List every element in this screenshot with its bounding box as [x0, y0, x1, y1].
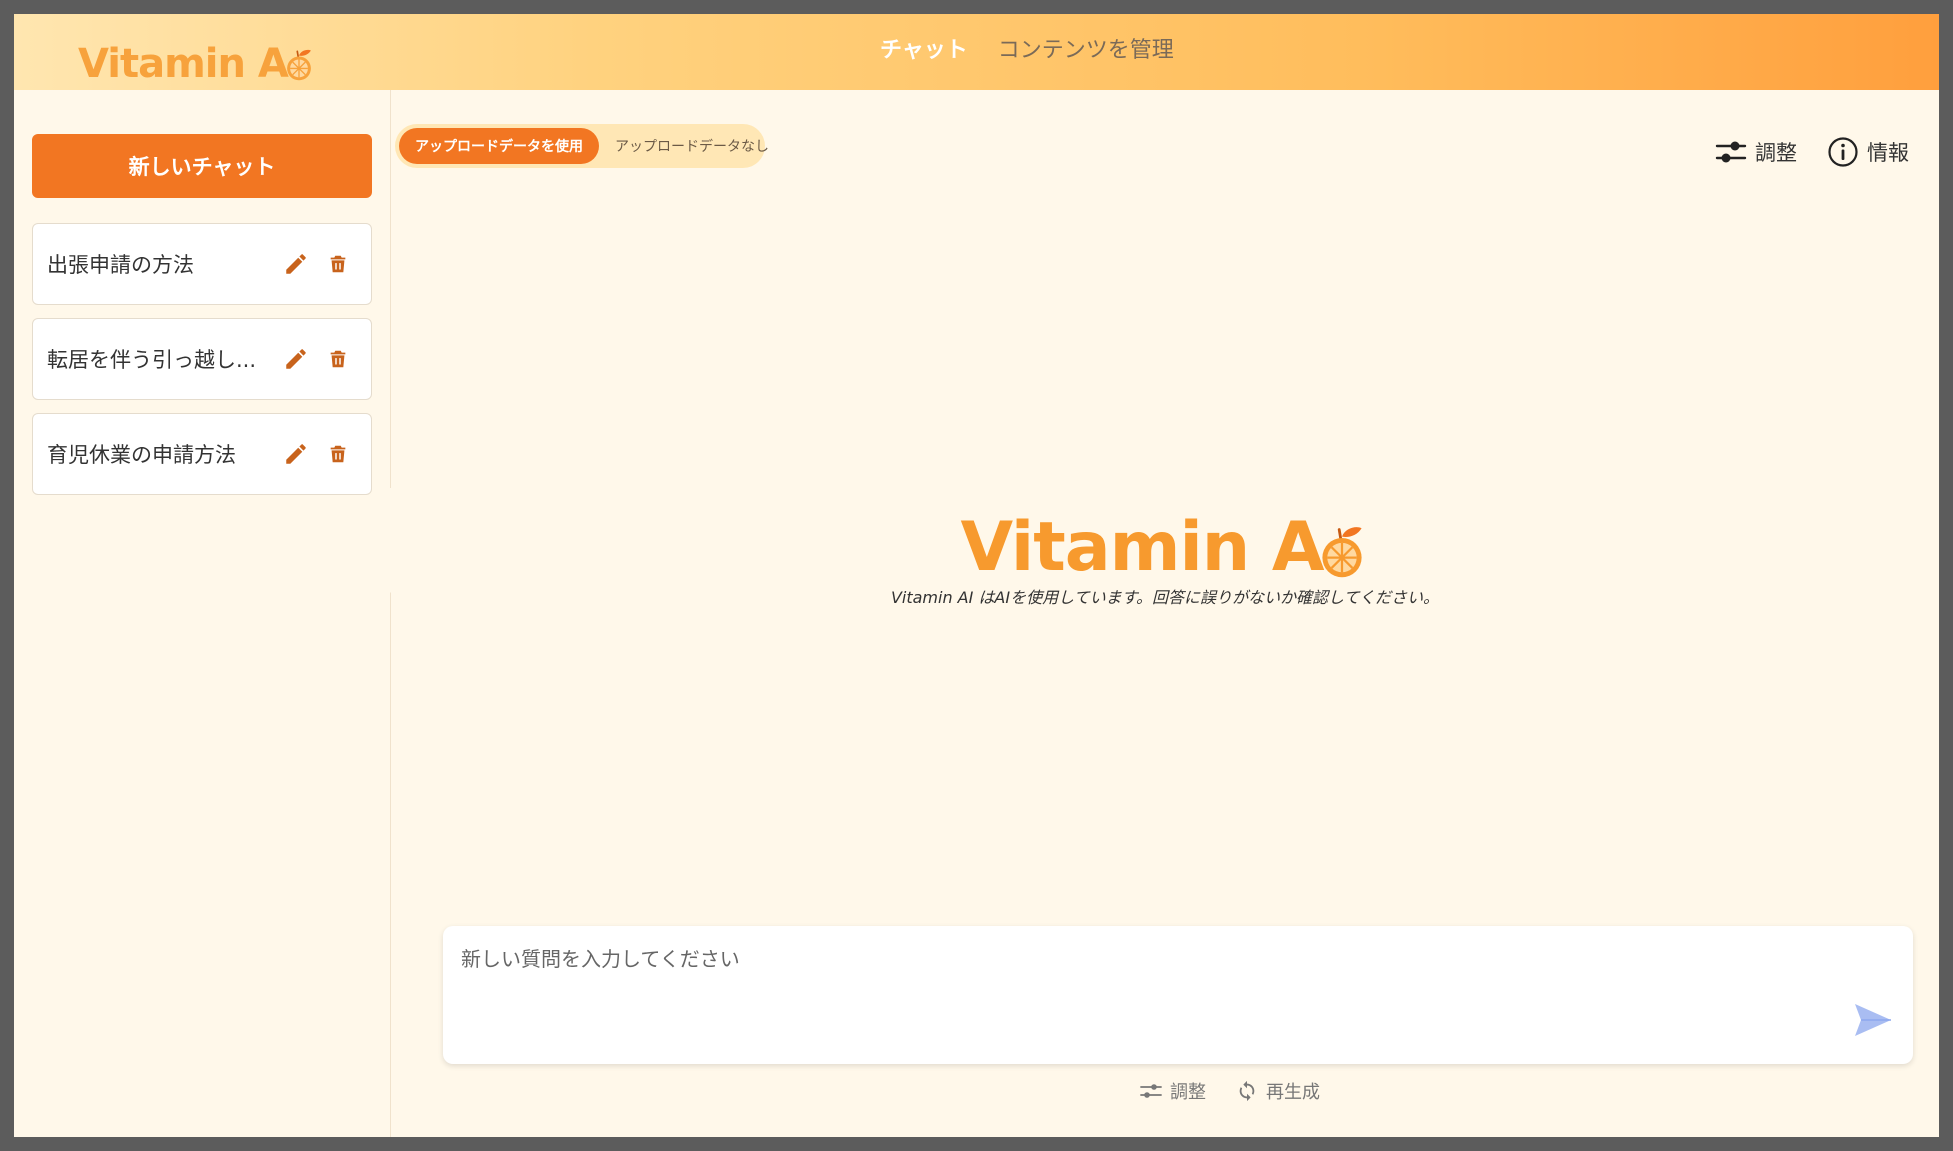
sidebar: 新しいチャット 出張申請の方法 転居を伴う引っ越し... 育児休業の申請方法 — [14, 90, 390, 1137]
chat-history-list: 出張申請の方法 転居を伴う引っ越し... 育児休業の申請方法 — [32, 223, 372, 508]
info-button[interactable]: 情報 — [1827, 136, 1909, 168]
toggle-no-upload-data[interactable]: アップロードデータなし — [599, 128, 785, 164]
pencil-icon[interactable] — [283, 251, 309, 277]
refresh-icon — [1239, 1080, 1255, 1102]
pencil-icon[interactable] — [283, 346, 309, 372]
brand-name: Vitamin A — [78, 41, 289, 87]
ai-disclaimer: Vitamin AI はAIを使用しています。回答に誤りがないか確認してください… — [890, 588, 1440, 607]
adjust-label: 調整 — [1755, 141, 1797, 165]
main-nav: チャット コンテンツを管理 — [880, 28, 1174, 68]
info-icon — [1828, 137, 1858, 167]
orange-icon — [1321, 527, 1362, 578]
toggle-use-upload-data[interactable]: アップロードデータを使用 — [399, 128, 599, 164]
welcome-area: Vitamin A Vitamin AI はAIを使用しています。回答に誤りがな — [391, 514, 1939, 608]
question-input[interactable] — [459, 946, 1843, 972]
upload-data-toggle: アップロードデータを使用 アップロードデータなし — [395, 124, 769, 168]
chat-history-label: 転居を伴う引っ越し... — [47, 348, 257, 372]
adjust-button[interactable]: 調整 — [1715, 137, 1797, 167]
chat-main: アップロードデータを使用 アップロードデータなし 調整 情報 Vitamin A… — [391, 90, 1939, 1137]
regenerate-button[interactable]: 再生成 — [1236, 1078, 1320, 1104]
regenerate-label: 再生成 — [1266, 1082, 1320, 1103]
chat-history-item[interactable]: 転居を伴う引っ越し... — [32, 318, 372, 400]
new-chat-button[interactable]: 新しいチャット — [32, 134, 372, 198]
adjust-bottom-button[interactable]: 調整 — [1140, 1078, 1206, 1104]
brand-logo[interactable]: Vitamin A — [78, 28, 316, 84]
pencil-icon[interactable] — [283, 441, 309, 467]
center-logo-text: Vitamin A — [960, 508, 1324, 587]
trash-icon[interactable] — [325, 346, 351, 372]
send-icon — [1855, 1004, 1891, 1036]
tab-chat[interactable]: チャット — [880, 32, 968, 64]
top-actions: 調整 情報 — [1715, 136, 1909, 168]
question-input-box — [443, 926, 1913, 1064]
info-label: 情報 — [1867, 141, 1909, 165]
chat-history-item[interactable]: 育児休業の申請方法 — [32, 413, 372, 495]
chat-history-label: 育児休業の申請方法 — [47, 443, 236, 467]
bottom-actions: 調整 再生成 — [391, 1078, 1939, 1104]
app-window: Vitamin A チャット コンテンツを管理 新しいチャット 出張申請の方法 … — [14, 14, 1939, 1137]
orange-icon — [286, 49, 311, 81]
chat-history-item[interactable]: 出張申請の方法 — [32, 223, 372, 305]
tab-manage-content[interactable]: コンテンツを管理 — [998, 32, 1174, 64]
center-logo: Vitamin A — [960, 514, 1369, 582]
chat-history-label: 出張申請の方法 — [47, 253, 194, 277]
header: Vitamin A チャット コンテンツを管理 — [14, 14, 1939, 90]
trash-icon[interactable] — [325, 251, 351, 277]
sliders-icon — [1140, 1084, 1162, 1098]
adjust-bottom-label: 調整 — [1170, 1082, 1206, 1103]
trash-icon[interactable] — [325, 441, 351, 467]
sliders-icon — [1715, 141, 1747, 163]
send-button[interactable] — [1853, 1000, 1893, 1040]
